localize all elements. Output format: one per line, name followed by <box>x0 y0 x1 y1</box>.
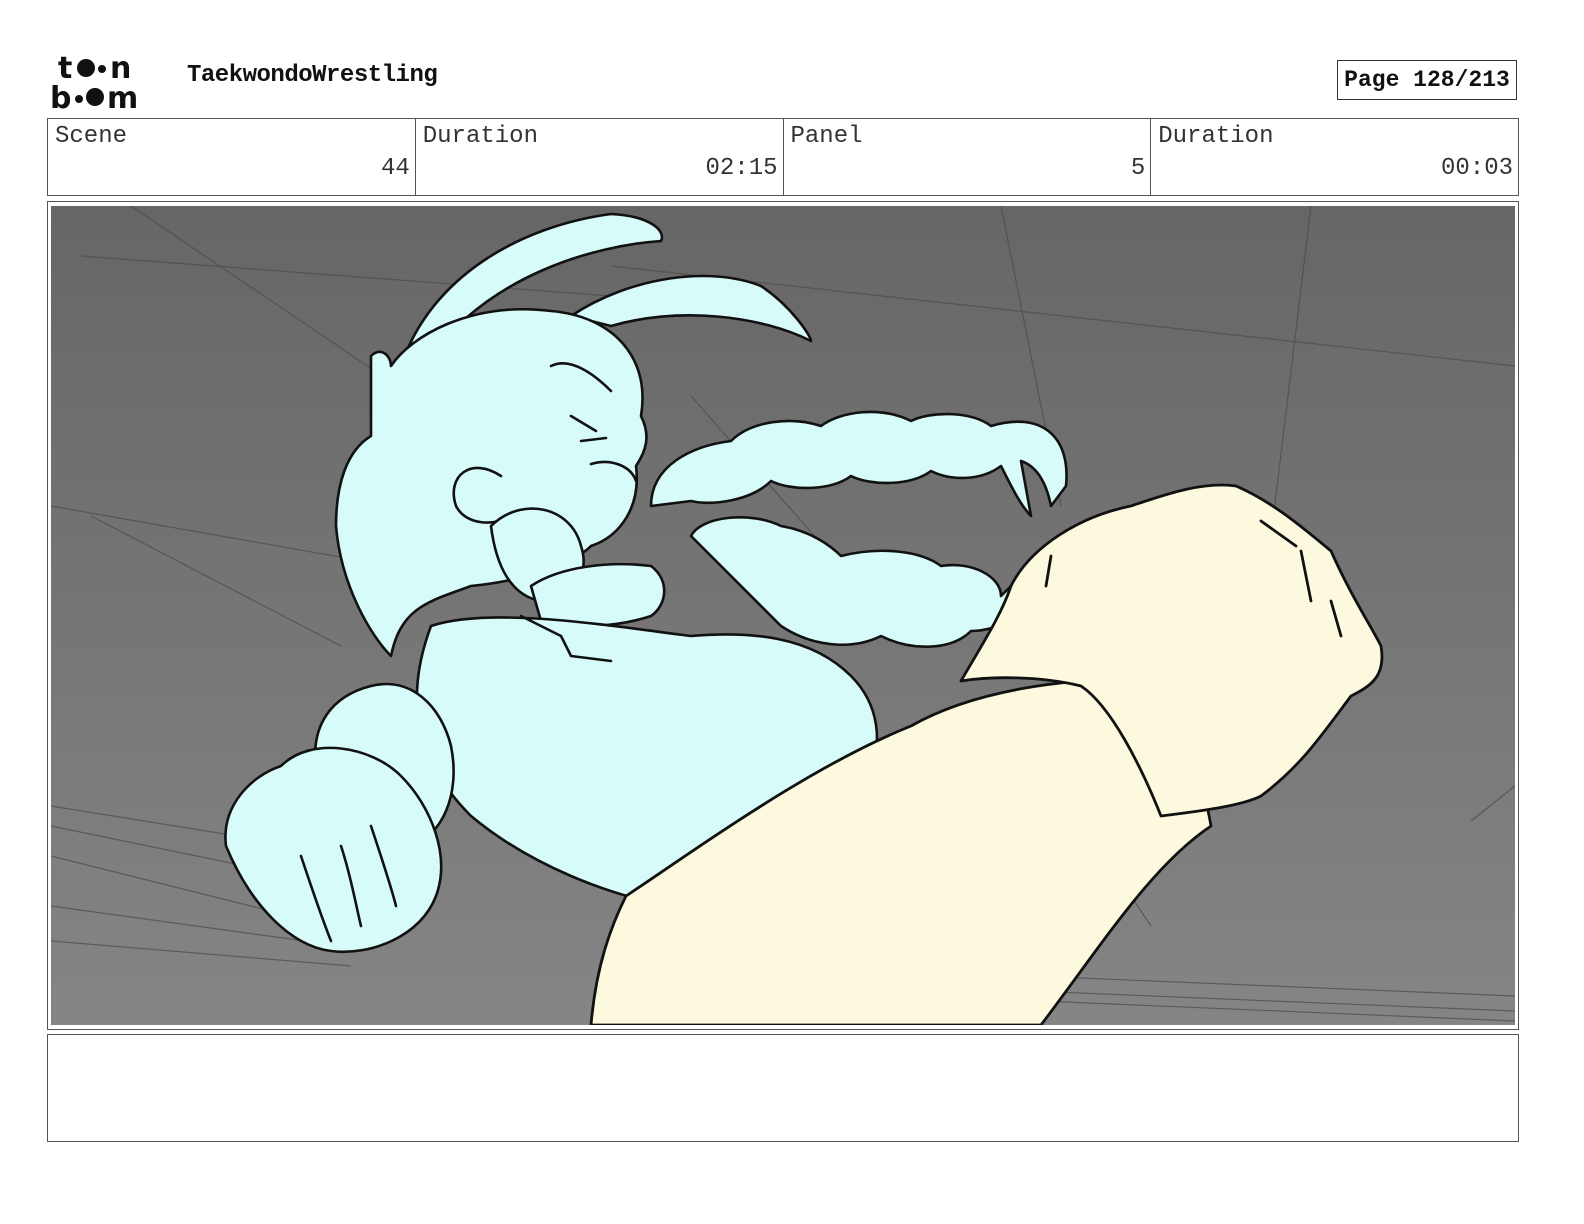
scene-label: Scene <box>55 123 128 150</box>
panel-notes <box>47 1034 1519 1142</box>
scene-duration-cell: Duration 02:15 <box>416 119 784 195</box>
page-indicator: Page 128/213 <box>1337 60 1517 100</box>
panel-value: 5 <box>1130 155 1146 182</box>
toon-boom-logo: t n b m <box>50 51 138 112</box>
scene-cell: Scene 44 <box>48 119 416 195</box>
scene-duration-value: 02:15 <box>705 155 778 182</box>
scene-duration-label: Duration <box>422 123 538 150</box>
panel-duration-label: Duration <box>1158 123 1274 150</box>
storyboard-panel-image <box>51 206 1515 1025</box>
scene-value: 44 <box>380 155 410 182</box>
svg-text:m: m <box>107 81 138 112</box>
panel-duration-value: 00:03 <box>1440 155 1513 182</box>
panel-duration-cell: Duration 00:03 <box>1151 119 1518 195</box>
panel-drawing <box>51 206 1515 1025</box>
svg-text:b: b <box>50 81 71 112</box>
panel-label: Panel <box>790 123 863 150</box>
project-title: TaekwondoWrestling <box>187 62 438 89</box>
scene-info-row: Scene 44 Duration 02:15 Panel 5 Duration… <box>47 118 1519 196</box>
panel-cell: Panel 5 <box>784 119 1152 195</box>
